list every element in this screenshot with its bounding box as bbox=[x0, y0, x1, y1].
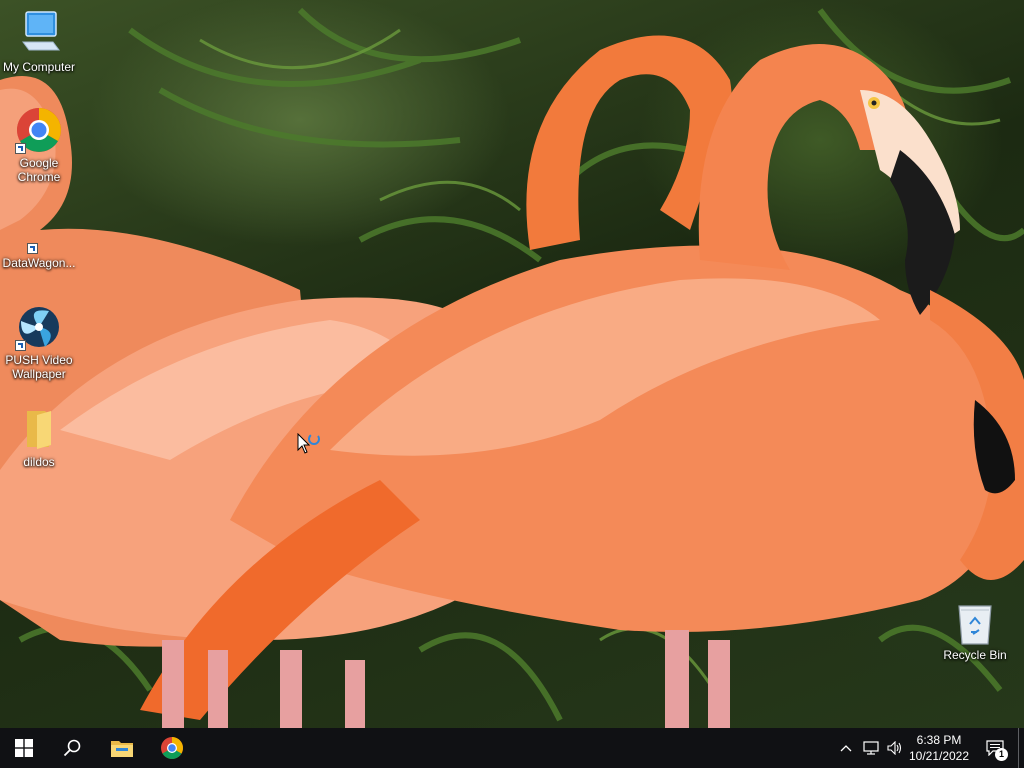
start-button[interactable] bbox=[0, 728, 48, 768]
desktop-icon-push-video-wallpaper[interactable]: PUSH Video Wallpaper bbox=[1, 303, 77, 381]
desktop-icon-recycle-bin[interactable]: Recycle Bin bbox=[937, 602, 1013, 662]
push-video-wallpaper-icon bbox=[15, 303, 63, 351]
desktop-icon-label: Google Chrome bbox=[17, 156, 61, 184]
taskbar-chrome-button[interactable] bbox=[148, 728, 196, 768]
chevron-up-icon bbox=[840, 745, 852, 752]
windows-logo-icon bbox=[15, 739, 33, 757]
desktop-icon-google-chrome[interactable]: Google Chrome bbox=[1, 106, 77, 184]
desktop-icon-label: Recycle Bin bbox=[943, 648, 1007, 662]
search-button[interactable] bbox=[48, 728, 96, 768]
desktop-icon-label: PUSH Video Wallpaper bbox=[5, 353, 73, 381]
clock-time: 6:38 PM bbox=[916, 733, 962, 747]
show-desktop-button[interactable] bbox=[1018, 728, 1024, 768]
computer-icon bbox=[15, 10, 63, 58]
volume-icon bbox=[887, 741, 902, 755]
network-button[interactable] bbox=[860, 728, 882, 768]
desktop-icon-label: My Computer bbox=[2, 60, 76, 74]
taskbar: 6:38 PM 10/21/2022 1 bbox=[0, 728, 1024, 768]
desktop-icon-dildos-folder[interactable]: dildos bbox=[1, 405, 77, 469]
recycle-bin-icon bbox=[955, 602, 995, 646]
volume-button[interactable] bbox=[884, 728, 906, 768]
folder-icon bbox=[15, 405, 63, 453]
shortcut-arrow-icon bbox=[15, 340, 26, 351]
file-explorer-icon bbox=[111, 741, 133, 757]
show-hidden-icons-button[interactable] bbox=[835, 728, 857, 768]
search-icon bbox=[63, 739, 81, 757]
flamingo-wallpaper-image bbox=[0, 7, 1024, 728]
action-center-button[interactable]: 1 bbox=[980, 728, 1010, 768]
mouse-cursor-busy-icon bbox=[297, 432, 323, 460]
shortcut-arrow-icon bbox=[27, 243, 38, 254]
clock-date: 10/21/2022 bbox=[908, 749, 970, 763]
network-icon bbox=[863, 741, 879, 755]
shortcut-arrow-icon bbox=[15, 143, 26, 154]
shortcut-icon bbox=[15, 220, 63, 254]
desktop-icon-datawagon[interactable]: DataWagon... bbox=[1, 220, 77, 270]
desktop-icon-label: DataWagon... bbox=[2, 256, 76, 270]
desktop-icon-label: dildos bbox=[23, 455, 55, 469]
taskbar-file-explorer-button[interactable] bbox=[98, 728, 146, 768]
notification-count-badge: 1 bbox=[995, 748, 1008, 761]
desktop-icon-my-computer[interactable]: My Computer bbox=[1, 10, 77, 74]
desktop-wallpaper bbox=[0, 0, 1024, 728]
chrome-icon bbox=[161, 737, 183, 759]
taskbar-clock[interactable]: 6:38 PM 10/21/2022 bbox=[904, 732, 974, 764]
chrome-icon bbox=[15, 106, 63, 154]
